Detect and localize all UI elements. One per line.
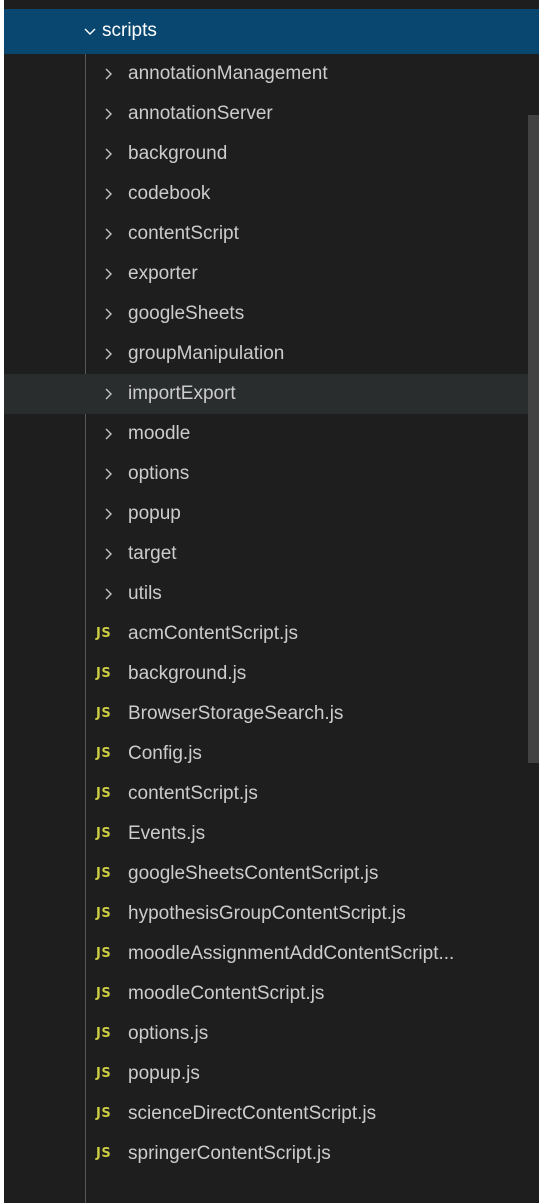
folder-label: groupManipulation — [128, 343, 285, 364]
tree-file-contentscript[interactable]: JS contentScript.js — [4, 774, 539, 814]
tree-folder-contentscript[interactable]: contentScript — [4, 214, 539, 254]
tree-folder-scripts[interactable]: scripts — [4, 9, 539, 54]
folder-label: exporter — [128, 263, 198, 284]
tree-folder-annotationmanagement[interactable]: annotationManagement — [4, 54, 539, 94]
tree-file-springercontentscript[interactable]: JS springerContentScript.js — [4, 1134, 539, 1174]
tree-folder-target[interactable]: target — [4, 534, 539, 574]
chevron-right-icon — [105, 388, 112, 400]
js-file-icon: JS — [96, 786, 112, 801]
tree-file-background[interactable]: JS background.js — [4, 654, 539, 694]
folder-label: googleSheets — [128, 303, 245, 324]
tree-folder-popup[interactable]: popup — [4, 494, 539, 534]
file-label: background.js — [128, 663, 247, 684]
file-label: Config.js — [128, 743, 202, 764]
js-file-icon: JS — [96, 626, 112, 641]
tree-file-moodlecontentscript[interactable]: JS moodleContentScript.js — [4, 974, 539, 1014]
chevron-right-icon — [105, 148, 112, 160]
tree-file-acmcontentscript[interactable]: JS acmContentScript.js — [4, 614, 539, 654]
folder-label: scripts — [102, 20, 157, 41]
chevron-right-icon — [105, 588, 112, 600]
tree-file-options[interactable]: JS options.js — [4, 1014, 539, 1054]
js-file-icon: JS — [96, 906, 112, 921]
file-label: Events.js — [128, 823, 206, 844]
js-file-icon: JS — [96, 946, 112, 961]
tree-folder-importexport[interactable]: importExport — [4, 374, 539, 414]
tree-folder-options[interactable]: options — [4, 454, 539, 494]
file-label: springerContentScript.js — [128, 1143, 331, 1164]
chevron-right-icon — [105, 228, 112, 240]
tree-file-config[interactable]: JS Config.js — [4, 734, 539, 774]
js-file-icon: JS — [96, 1026, 112, 1041]
js-file-icon: JS — [96, 706, 112, 721]
folder-label: annotationServer — [128, 103, 273, 124]
js-file-icon: JS — [96, 666, 112, 681]
folder-label: annotationManagement — [128, 63, 328, 84]
chevron-right-icon — [105, 268, 112, 280]
file-label: contentScript.js — [128, 783, 258, 804]
tree-folder-background[interactable]: background — [4, 134, 539, 174]
folder-label: utils — [128, 583, 162, 604]
tree-file-sciencedirectcontentscript[interactable]: JS scienceDirectContentScript.js — [4, 1094, 539, 1134]
folder-label: background — [128, 143, 228, 164]
folder-label: contentScript — [128, 223, 239, 244]
tree-folder-utils[interactable]: utils — [4, 574, 539, 614]
js-file-icon: JS — [96, 866, 112, 881]
folder-label: options — [128, 463, 190, 484]
folder-label: popup — [128, 503, 181, 524]
tree-file-hypothesisgroupcontentscript[interactable]: JS hypothesisGroupContentScript.js — [4, 894, 539, 934]
tree-folder-googlesheets[interactable]: googleSheets — [4, 294, 539, 334]
tree-folder-groupmanipulation[interactable]: groupManipulation — [4, 334, 539, 374]
tree-file-moodleassignmentaddcontentscript[interactable]: JS moodleAssignmentAddContentScript... — [4, 934, 539, 974]
file-label: options.js — [128, 1023, 209, 1044]
chevron-right-icon — [105, 308, 112, 320]
vertical-scrollbar[interactable] — [528, 115, 539, 763]
js-file-icon: JS — [96, 746, 112, 761]
tree-file-events[interactable]: JS Events.js — [4, 814, 539, 854]
chevron-right-icon — [105, 108, 112, 120]
file-explorer: scripts annotationManagement annotationS… — [4, 0, 539, 1203]
tree-folder-moodle[interactable]: moodle — [4, 414, 539, 454]
chevron-right-icon — [105, 348, 112, 360]
tree-folder-exporter[interactable]: exporter — [4, 254, 539, 294]
js-file-icon: JS — [96, 1106, 112, 1121]
tree-file-googlesheetscontentscript[interactable]: JS googleSheetsContentScript.js — [4, 854, 539, 894]
file-label: moodleContentScript.js — [128, 983, 325, 1004]
file-label: moodleAssignmentAddContentScript... — [128, 943, 455, 964]
folder-label: moodle — [128, 423, 191, 444]
tree-file-popup[interactable]: JS popup.js — [4, 1054, 539, 1094]
tree-file-browserstoragesearch[interactable]: JS BrowserStorageSearch.js — [4, 694, 539, 734]
file-label: scienceDirectContentScript.js — [128, 1103, 377, 1124]
js-file-icon: JS — [96, 1066, 112, 1081]
folder-label: codebook — [128, 183, 211, 204]
folder-label: target — [128, 543, 177, 564]
chevron-down-icon — [84, 28, 96, 35]
chevron-right-icon — [105, 508, 112, 520]
file-label: googleSheetsContentScript.js — [128, 863, 379, 884]
file-label: acmContentScript.js — [128, 623, 299, 644]
chevron-right-icon — [105, 68, 112, 80]
tree-folder-codebook[interactable]: codebook — [4, 174, 539, 214]
chevron-right-icon — [105, 548, 112, 560]
file-label: BrowserStorageSearch.js — [128, 703, 344, 724]
tree-folder-annotationserver[interactable]: annotationServer — [4, 94, 539, 134]
file-label: popup.js — [128, 1063, 200, 1084]
chevron-right-icon — [105, 188, 112, 200]
chevron-right-icon — [105, 428, 112, 440]
folder-label: importExport — [128, 383, 236, 404]
file-label: hypothesisGroupContentScript.js — [128, 903, 406, 924]
js-file-icon: JS — [96, 986, 112, 1001]
js-file-icon: JS — [96, 826, 112, 841]
js-file-icon: JS — [96, 1146, 112, 1161]
chevron-right-icon — [105, 468, 112, 480]
